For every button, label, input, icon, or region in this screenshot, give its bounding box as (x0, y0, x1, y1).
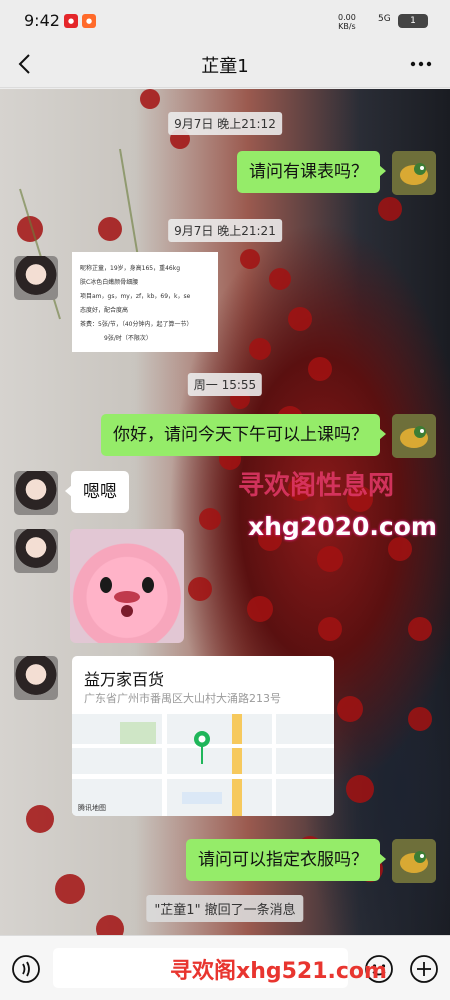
message-bubble-received[interactable]: 嗯嗯 (65, 471, 129, 513)
avatar[interactable] (14, 471, 58, 515)
location-name: 益万家百货 (84, 670, 165, 689)
signal-indicator: 5G (378, 14, 391, 24)
avatar[interactable] (14, 256, 58, 300)
message-timestamp: 周一 15:55 (187, 373, 263, 396)
pink-beaver-sticker[interactable] (70, 529, 184, 643)
plus-icon[interactable] (409, 954, 439, 984)
chat-header: 芷童1 (0, 40, 450, 88)
avatar-cartoon-icon (392, 151, 436, 195)
image-text-line: 肤C冰色白嫩颜骨细腰 (80, 279, 139, 286)
image-text-line: 9张/时（不限次） (104, 335, 152, 342)
chat-message-list[interactable]: 9月7日 晚上21:12 请问有课表吗？ 9月7日 晚上21:21 昵称芷童，1… (0, 89, 450, 935)
avatar[interactable] (14, 529, 58, 573)
map-logo: 腾讯地图 (78, 804, 106, 812)
watermark-text: 寻欢阁xhg521.com (170, 959, 387, 984)
battery-indicator: 1 (398, 14, 428, 28)
watermark-text: 寻欢阁性息网 (238, 471, 395, 501)
location-map-preview: 腾讯地图 (72, 714, 334, 816)
map-pin-icon (194, 731, 210, 764)
sticker-mouth (121, 605, 133, 617)
message-bubble-sent[interactable]: 你好，请问今天下午可以上课吗？ (101, 414, 386, 456)
image-message[interactable]: 昵称芷童，19岁，身高165，重46kg 肤C冰色白嫩颜骨细腰 项目am，gs，… (72, 252, 218, 352)
voice-icon[interactable] (11, 954, 41, 984)
message-bubble-sent[interactable]: 请问有课表吗？ (237, 151, 386, 193)
more-dots-icon[interactable] (408, 52, 434, 76)
avatar-cartoon-icon (392, 414, 436, 458)
watermark-text: xhg2020.com (248, 512, 437, 541)
location-message[interactable]: 益万家百货 广东省广州市番禺区大山村大涌路213号 腾讯地图 (72, 656, 334, 816)
avatar[interactable] (392, 414, 436, 458)
sticker-nose (114, 591, 140, 603)
chat-title: 芷童1 (201, 56, 249, 77)
sticker-eye (100, 577, 112, 593)
network-speed: 0.00 KB/s (338, 13, 356, 31)
image-text-line: 茶费：5张/节，（40分钟内，起了算一节） (80, 321, 193, 328)
message-bubble-sent[interactable]: 请问可以指定衣服吗？ (186, 839, 386, 881)
app-notification-badge-icon: ● (82, 14, 96, 28)
status-time: 9:42 (24, 11, 60, 30)
image-text-line: 态度好，配合度高 (80, 307, 129, 314)
app-notification-badge-icon: ● (64, 14, 78, 28)
image-text-line: 昵称芷童，19岁，身高165，重46kg (80, 265, 181, 272)
network-speed-unit: KB/s (338, 22, 356, 31)
location-address: 广东省广州市番禺区大山村大涌路213号 (84, 692, 281, 705)
message-timestamp: 9月7日 晚上21:12 (168, 112, 282, 135)
recall-notice: "芷童1" 撤回了一条消息 (146, 895, 304, 922)
image-text-line: 项目am，gs，my，zf，kb，69，k，se (80, 293, 191, 300)
avatar-cartoon-icon (392, 839, 436, 883)
sticker-eye (142, 577, 154, 593)
avatar[interactable] (392, 839, 436, 883)
avatar[interactable] (392, 151, 436, 195)
network-speed-value: 0.00 (338, 13, 356, 22)
status-bar: 9:42 ● ● 0.00 KB/s 5G 1 (0, 0, 450, 40)
avatar[interactable] (14, 656, 58, 700)
message-timestamp: 9月7日 晚上21:21 (168, 219, 282, 242)
